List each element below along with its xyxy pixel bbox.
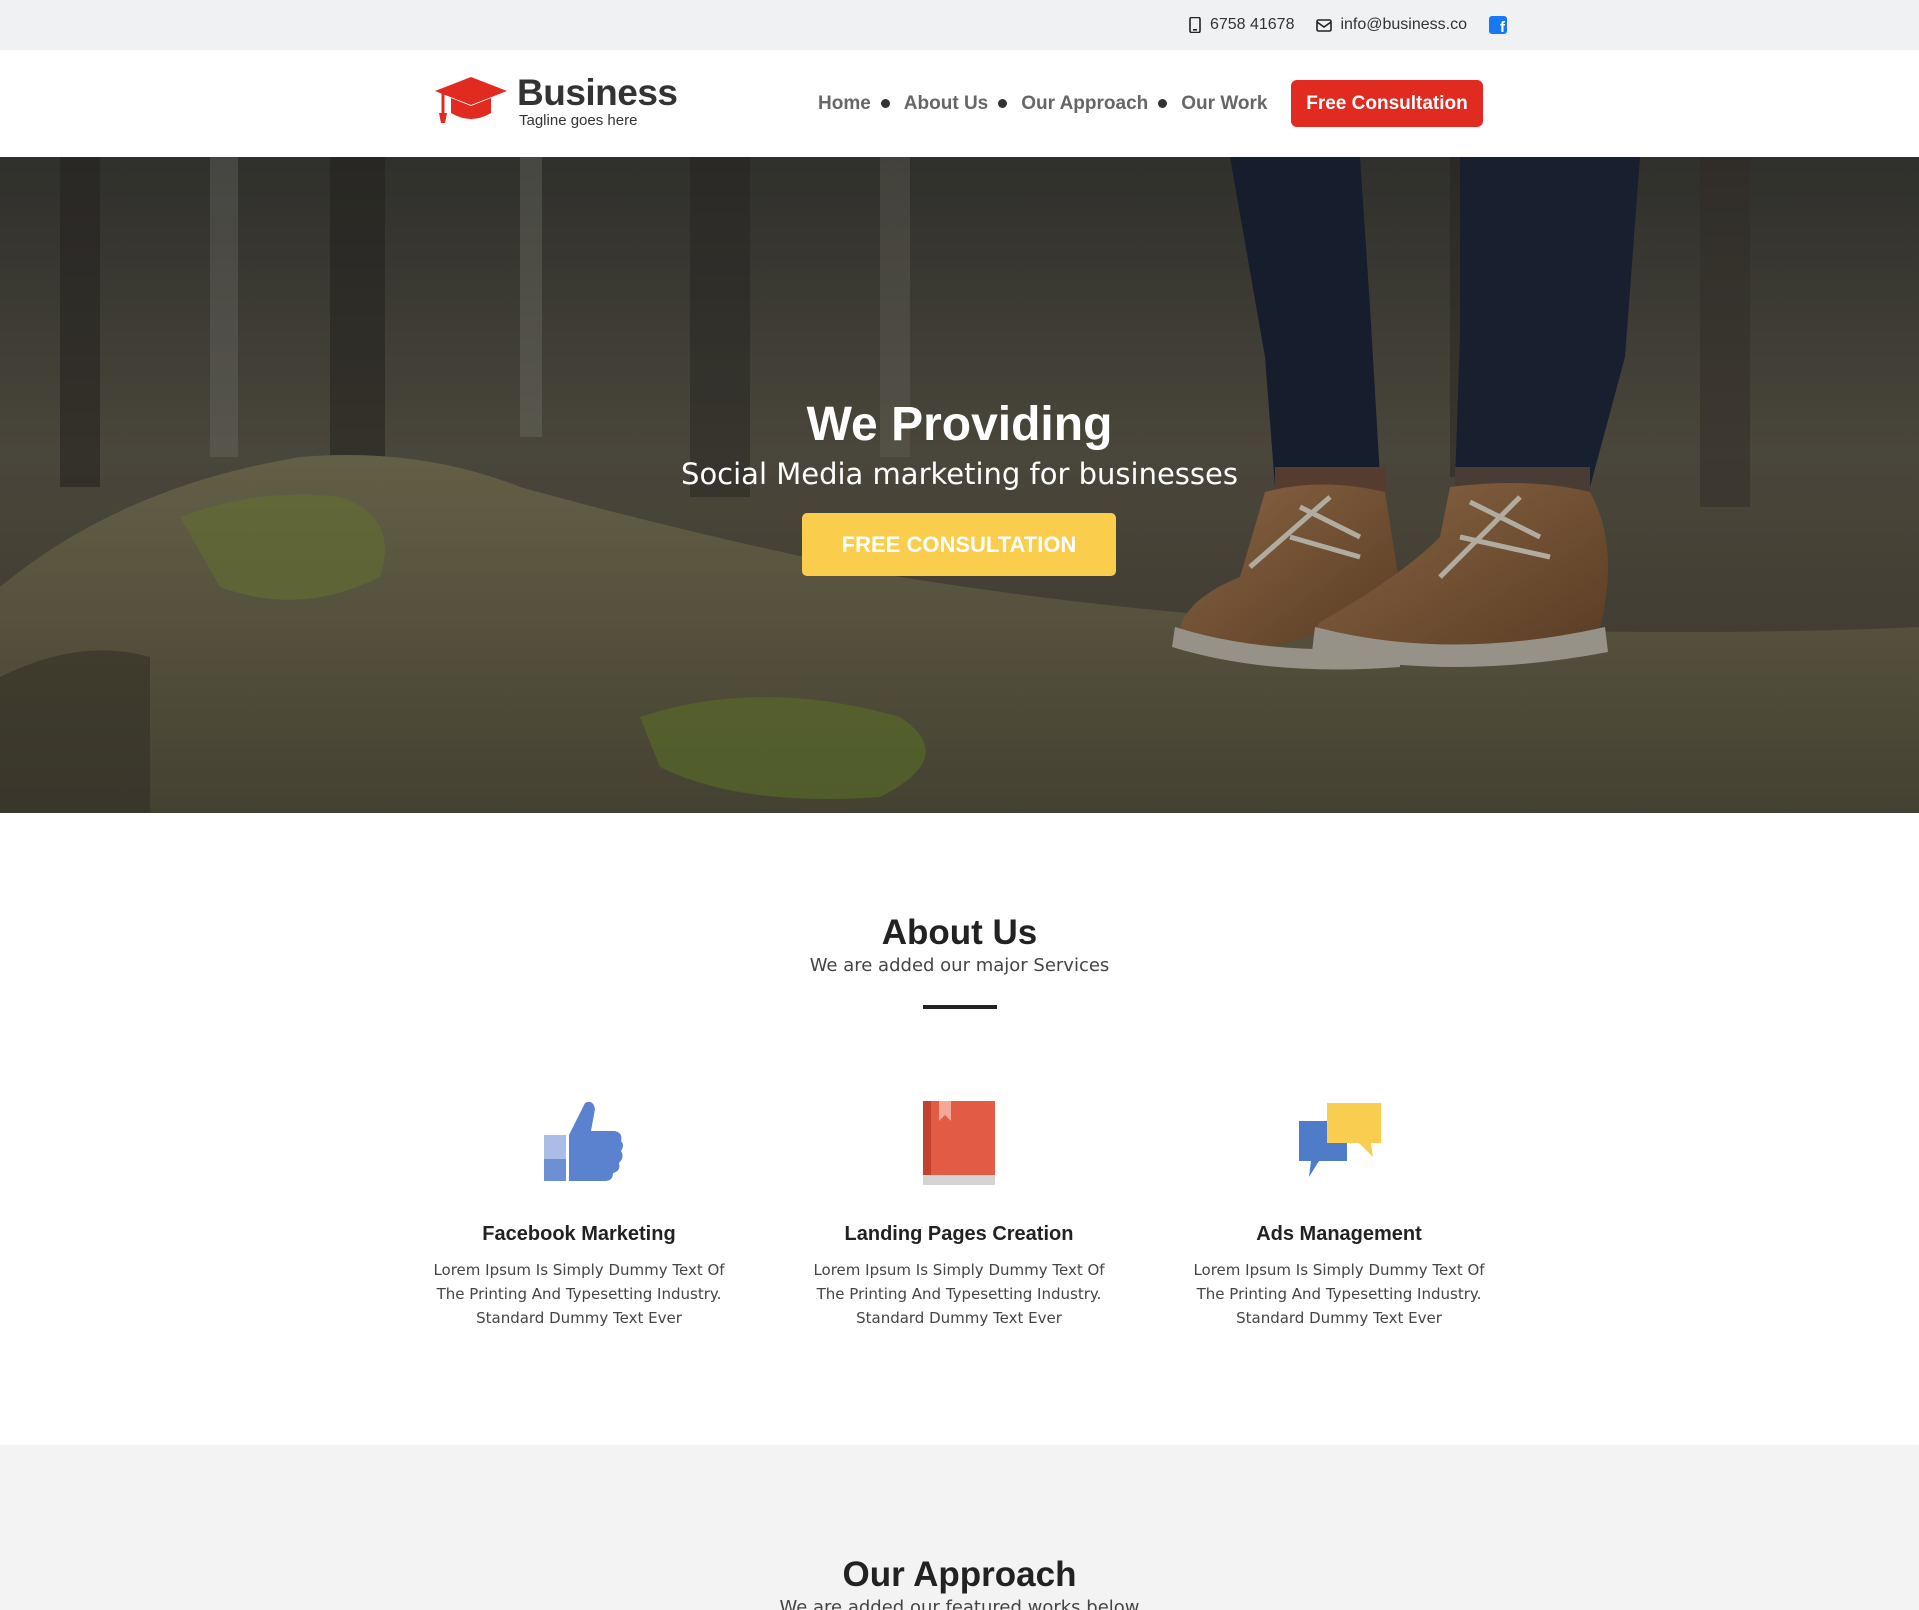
service-title: Landing Pages Creation [844, 1223, 1074, 1245]
phone-number: 6758 41678 [1209, 16, 1295, 33]
service-description: Lorem Ipsum Is Simply Dummy Text Of The … [1193, 1261, 1485, 1327]
envelope-icon [1316, 19, 1333, 32]
email-contact[interactable]: info@business.co [1316, 16, 1467, 34]
service-title: Facebook Marketing [482, 1223, 676, 1245]
approach-title: Our Approach [842, 1555, 1077, 1594]
hero-subtitle: Social Media marketing for businesses [681, 457, 1238, 491]
hero-banner: We Providing Social Media marketing for … [0, 157, 1919, 813]
facebook-icon[interactable] [1489, 16, 1507, 36]
logo[interactable]: Business Tagline goes here [433, 73, 678, 129]
service-card: Ads Management Lorem Ipsum Is Simply Dum… [1179, 1093, 1499, 1330]
service-card: Landing Pages Creation Lorem Ipsum Is Si… [799, 1093, 1119, 1330]
phone-contact[interactable]: 6758 41678 [1188, 16, 1295, 34]
about-section: About Us We are added our major Services… [0, 813, 1919, 1445]
nav-label: Our Work [1181, 92, 1268, 114]
thumbs-up-icon [544, 1101, 623, 1181]
nav-separator [1158, 99, 1168, 108]
nav-label: About Us [903, 92, 989, 114]
service-title: Ads Management [1256, 1223, 1422, 1245]
nav-item-our-approach[interactable]: Our Approach [1021, 93, 1181, 115]
free-consultation-button[interactable]: Free Consultation [1291, 80, 1483, 127]
hero-title: We Providing [806, 398, 1113, 451]
chat-bubbles-icon [1299, 1103, 1381, 1177]
logo-name: Business [517, 72, 678, 113]
graduation-cap-icon [435, 77, 507, 123]
about-title: About Us [881, 913, 1038, 952]
service-card: Facebook Marketing Lorem Ipsum Is Simply… [419, 1093, 739, 1330]
email-address: info@business.co [1340, 16, 1467, 33]
nav-separator [880, 99, 890, 108]
nav-item-about-us[interactable]: About Us [904, 93, 1021, 115]
top-bar: 6758 41678 info@business.co [0, 0, 1919, 50]
nav-item-our-work[interactable]: Our Work [1181, 93, 1267, 115]
mobile-phone-icon [1189, 17, 1201, 33]
site-header: Business Tagline goes here Home About Us… [0, 50, 1919, 157]
nav-label: Home [818, 92, 871, 114]
nav-label: Our Approach [1021, 92, 1149, 114]
top-bar-contacts: 6758 41678 info@business.co [1188, 0, 1507, 50]
section-divider [923, 1005, 997, 1009]
approach-subtitle: We are added our featured works below [779, 1597, 1140, 1610]
main-nav: Home About Us Our Approach Our Work [818, 50, 1267, 157]
approach-section: Our Approach We are added our featured w… [0, 1445, 1919, 1610]
service-description: Lorem Ipsum Is Simply Dummy Text Of The … [813, 1261, 1105, 1327]
service-description: Lorem Ipsum Is Simply Dummy Text Of The … [433, 1261, 725, 1327]
nav-item-home[interactable]: Home [818, 93, 904, 115]
book-icon [923, 1101, 995, 1185]
nav-separator [998, 99, 1008, 108]
logo-tagline: Tagline goes here [519, 112, 638, 129]
hero-consultation-button[interactable]: FREE CONSULTATION [802, 513, 1116, 576]
about-subtitle: We are added our major Services [809, 955, 1110, 976]
